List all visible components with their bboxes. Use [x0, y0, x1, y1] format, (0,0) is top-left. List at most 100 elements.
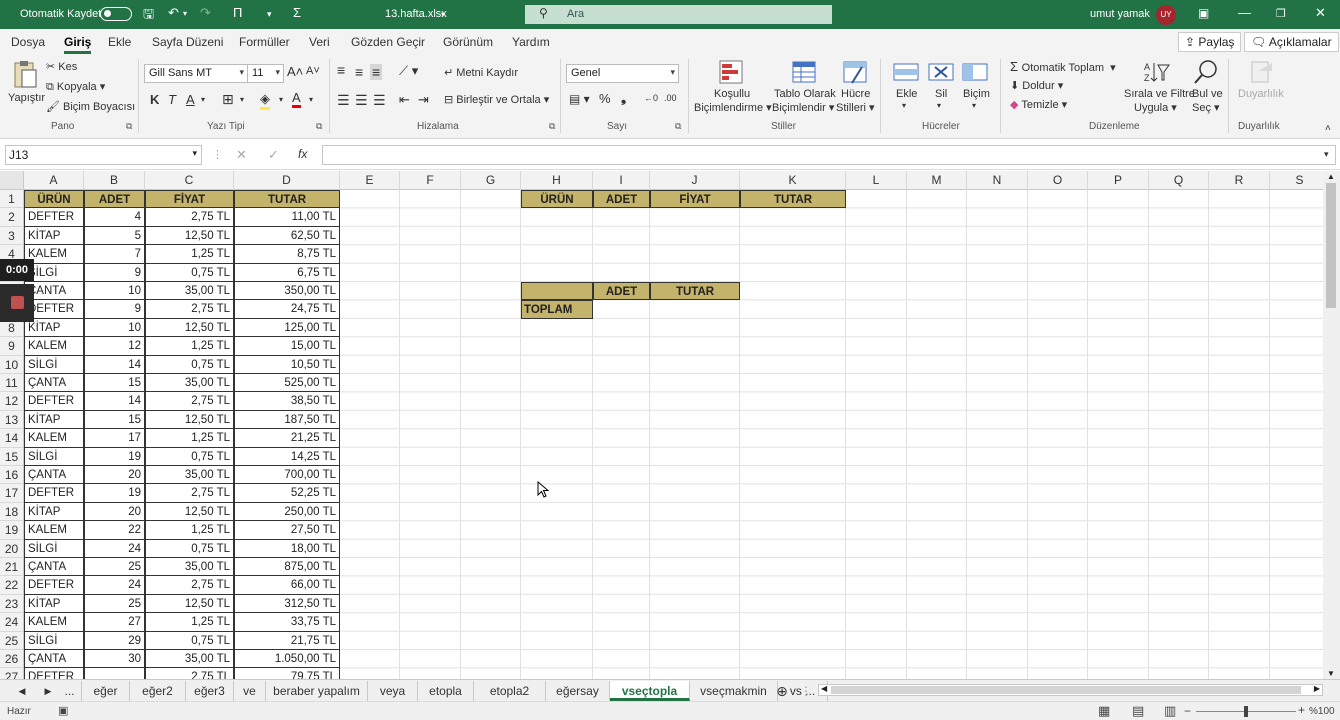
table-cell[interactable]: KİTAP: [24, 594, 84, 614]
increase-decimal-icon[interactable]: ←0: [644, 93, 658, 103]
zoom-slider-thumb[interactable]: [1244, 706, 1248, 717]
align-top-icon[interactable]: ≡: [337, 62, 345, 78]
bold-button[interactable]: K: [150, 92, 159, 107]
table-cell[interactable]: 19: [84, 484, 145, 503]
grow-font-icon[interactable]: A˄: [287, 64, 303, 79]
table-cell[interactable]: 20: [84, 502, 145, 522]
insert-function-button[interactable]: fx: [298, 147, 307, 161]
table-cell[interactable]: 25: [84, 594, 145, 614]
sheet-tab[interactable]: etopla2: [474, 681, 546, 701]
tab-splitter-icon[interactable]: ⋮: [800, 681, 812, 701]
table-cell[interactable]: 21,75 TL: [234, 631, 340, 650]
fill-dropdown-icon[interactable]: ▾: [279, 95, 283, 104]
column-header-m[interactable]: M: [907, 171, 967, 190]
borders-icon[interactable]: ⊞: [222, 91, 234, 108]
table-cell[interactable]: 2,75 TL: [145, 392, 234, 411]
sheet-tab[interactable]: eğer3: [186, 681, 234, 701]
criteria-header-cell[interactable]: FİYAT: [650, 190, 740, 209]
table-cell[interactable]: 8,75 TL: [234, 245, 340, 264]
table-cell[interactable]: 12: [84, 337, 145, 356]
table-cell[interactable]: 20: [84, 466, 145, 485]
table-cell[interactable]: 10: [84, 318, 145, 338]
horizontal-scrollbar[interactable]: ◀ ▶: [818, 684, 1323, 696]
sheet-tab[interactable]: eğer: [82, 681, 130, 701]
table-cell[interactable]: 21,25 TL: [234, 429, 340, 448]
table-cell[interactable]: 14: [84, 392, 145, 411]
table-cell[interactable]: 2,75 TL: [145, 300, 234, 319]
table-cell[interactable]: 0,75 TL: [145, 539, 234, 558]
align-center-icon[interactable]: ☰: [355, 92, 368, 109]
font-name-select[interactable]: Gill Sans MT ▾: [144, 64, 248, 83]
ribbon-display-icon[interactable]: ▣: [1198, 6, 1209, 20]
zoom-out-icon[interactable]: −: [1184, 704, 1191, 718]
cut-button[interactable]: ✂ Kes: [46, 60, 77, 73]
clear-button[interactable]: ◆ Temizle ▾: [1010, 98, 1067, 111]
table-cell[interactable]: KALEM: [24, 337, 84, 356]
insert-cells-button[interactable]: [891, 59, 921, 88]
row-header-2[interactable]: 2: [0, 208, 24, 227]
table-cell[interactable]: KALEM: [24, 521, 84, 540]
font-color-dropdown-icon[interactable]: ▾: [309, 95, 313, 104]
table-cell[interactable]: KİTAP: [24, 410, 84, 430]
row-header-21[interactable]: 21: [0, 558, 24, 577]
zoom-in-icon[interactable]: +: [1298, 703, 1305, 717]
table-cell[interactable]: SİLGİ: [24, 447, 84, 466]
table-header-cell[interactable]: TUTAR: [234, 190, 340, 209]
table-cell[interactable]: 24,75 TL: [234, 300, 340, 319]
page-layout-icon[interactable]: ▤: [1132, 703, 1144, 719]
summary-header-cell[interactable]: TUTAR: [650, 282, 740, 301]
table-cell[interactable]: 25: [84, 558, 145, 577]
copy-button[interactable]: ⧉ Kopyala ▾: [46, 80, 105, 94]
sheet-tab[interactable]: vseçmakmin: [690, 681, 778, 701]
table-cell[interactable]: 0,75 TL: [145, 263, 234, 282]
recorder-stop-button[interactable]: [0, 284, 34, 322]
column-header-e[interactable]: E: [340, 171, 400, 190]
table-cell[interactable]: DEFTER: [24, 392, 84, 411]
minimize-icon[interactable]: —: [1238, 5, 1251, 20]
tab-giris[interactable]: Giriş: [64, 35, 92, 54]
table-cell[interactable]: 30: [84, 650, 145, 669]
increase-indent-icon[interactable]: ⇥: [418, 92, 429, 108]
formula-input[interactable]: [322, 145, 1336, 165]
table-cell[interactable]: DEFTER: [24, 484, 84, 503]
column-header-a[interactable]: A: [24, 171, 84, 190]
table-cell[interactable]: 187,50 TL: [234, 410, 340, 430]
column-header-p[interactable]: P: [1088, 171, 1149, 190]
table-cell[interactable]: 875,00 TL: [234, 558, 340, 577]
table-cell[interactable]: KİTAP: [24, 226, 84, 246]
column-header-o[interactable]: O: [1028, 171, 1088, 190]
borders-dropdown-icon[interactable]: ▾: [240, 95, 244, 104]
column-header-j[interactable]: J: [650, 171, 740, 190]
table-cell[interactable]: SİLGİ: [24, 355, 84, 374]
column-header-l[interactable]: L: [846, 171, 907, 190]
row-header-20[interactable]: 20: [0, 539, 24, 558]
page-break-icon[interactable]: ▥: [1164, 703, 1176, 719]
table-cell[interactable]: DEFTER: [24, 576, 84, 595]
column-header-i[interactable]: I: [593, 171, 650, 190]
row-header-13[interactable]: 13: [0, 410, 24, 430]
table-cell[interactable]: DEFTER: [24, 668, 84, 679]
column-header-s[interactable]: S: [1270, 171, 1323, 190]
table-cell[interactable]: 10,50 TL: [234, 355, 340, 374]
table-cell[interactable]: 700,00 TL: [234, 466, 340, 485]
qat-dropdown-icon[interactable]: ▾: [267, 9, 272, 20]
tab-gozden-gecir[interactable]: Gözden Geçir: [351, 35, 425, 49]
table-cell[interactable]: 27: [84, 613, 145, 632]
row-header-10[interactable]: 10: [0, 355, 24, 374]
font-launcher-icon[interactable]: ⧉: [316, 121, 322, 132]
table-cell[interactable]: 1,25 TL: [145, 613, 234, 632]
format-painter-button[interactable]: 🖌 Biçim Boyacısı: [46, 100, 135, 113]
table-cell[interactable]: 24: [84, 576, 145, 595]
table-cell[interactable]: 0,75 TL: [145, 355, 234, 374]
delete-dropdown-icon[interactable]: ▾: [937, 101, 941, 110]
number-launcher-icon[interactable]: ⧉: [675, 121, 681, 132]
cell-styles-button[interactable]: [840, 59, 870, 88]
row-header-26[interactable]: 26: [0, 650, 24, 669]
sheet-tab[interactable]: etopla: [418, 681, 474, 701]
find-select-button[interactable]: [1191, 59, 1221, 88]
column-header-h[interactable]: H: [521, 171, 593, 190]
sheet-tab[interactable]: eğer2: [130, 681, 186, 701]
row-header-24[interactable]: 24: [0, 613, 24, 632]
worksheet-grid[interactable]: ABCDEFGHIJKLMNOPQRS 12345678910111213141…: [0, 171, 1323, 679]
comments-button[interactable]: 🗨 Açıklamalar: [1244, 32, 1339, 52]
